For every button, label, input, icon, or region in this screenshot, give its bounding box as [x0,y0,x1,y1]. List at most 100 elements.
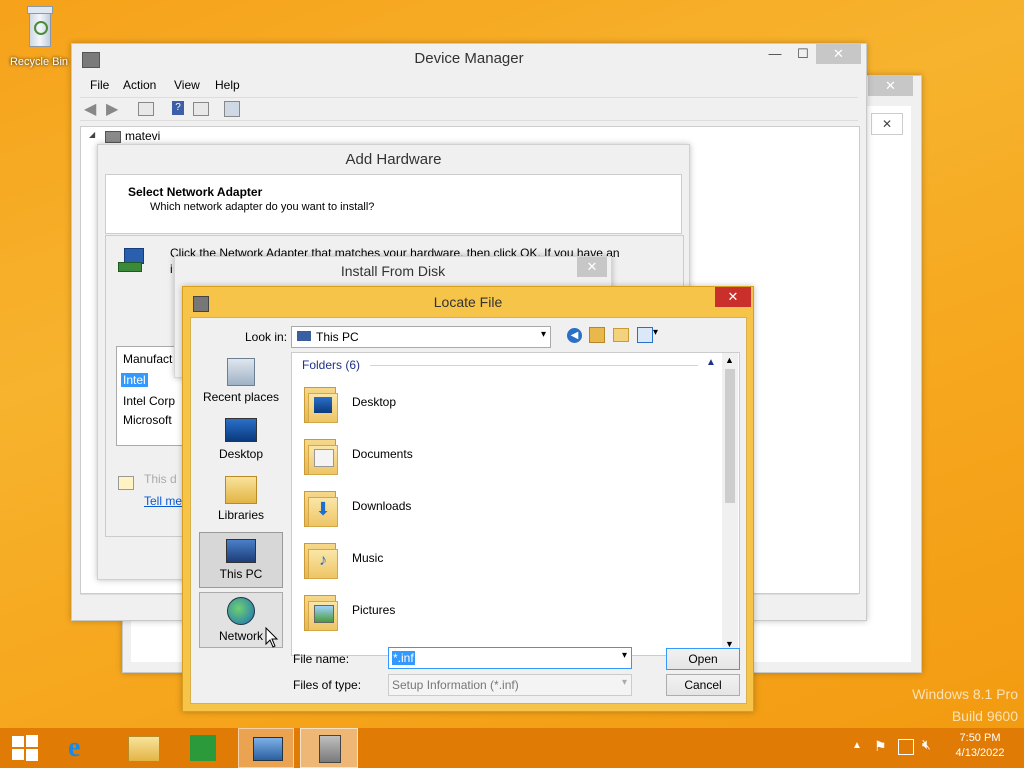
back-icon[interactable]: ◀ [84,99,96,119]
scroll-thumb[interactable] [725,369,735,503]
place-libraries[interactable]: Libraries [199,472,283,528]
background-close-button[interactable]: ✕ [868,76,913,96]
adapter-instruction-cut: i [170,262,173,276]
network-status-icon[interactable] [898,739,914,755]
clock-time: 7:50 PM [959,732,1001,744]
places-bar: Recent places Desktop Libraries This PC … [197,352,285,654]
driver-note: This d [144,472,177,486]
device-manager-titlebar: Device Manager — ☐ ✕ [72,44,866,74]
place-desktop[interactable]: Desktop [199,412,283,468]
action-center-flag-icon[interactable]: ⚑ [874,738,887,755]
menu-file[interactable]: File [90,78,109,92]
scan-icon[interactable] [224,101,240,117]
start-button[interactable] [0,728,54,768]
network-icon [227,597,255,625]
menu-action[interactable]: Action [123,78,156,92]
folder-item-music[interactable]: ♪ Music [300,535,700,583]
folders-group-header[interactable]: Folders (6) [302,358,360,372]
locate-file-close-button[interactable]: ✕ [715,287,751,307]
up-folder-icon[interactable] [589,327,605,343]
add-hardware-title: Add Hardware [345,151,442,168]
recycle-bin-shortcut[interactable]: Recycle Bin [6,6,72,76]
help-icon[interactable]: ? [172,101,184,115]
file-name-label: File name: [293,652,350,666]
select-adapter-heading: Select Network Adapter [128,185,263,199]
tree-root-label[interactable]: matevi [125,129,160,143]
tell-me-link[interactable]: Tell me [144,494,182,508]
maximize-button[interactable]: ☐ [788,44,818,64]
recent-places-icon [227,358,255,386]
device-manager-taskbar-icon [253,737,283,761]
downloads-folder-icon: ⬇ [302,487,338,527]
new-folder-icon[interactable] [613,328,629,342]
menu-view[interactable]: View [174,78,200,92]
menu-help[interactable]: Help [215,78,240,92]
view-icon[interactable] [193,102,209,116]
folder-name-documents: Documents [352,447,413,461]
file-explorer-button[interactable] [116,728,170,768]
place-this-pc[interactable]: This PC [199,532,283,588]
file-type-label: Files of type: [293,678,362,692]
manufacturer-item-intel-corp[interactable]: Intel Corp [123,394,175,408]
toolbar: ◀ ▶ ? [80,97,858,121]
folder-name-downloads: Downloads [352,499,412,513]
file-type-chevron-icon: ▾ [621,677,627,688]
file-name-input[interactable]: *.inf ▾ [388,647,632,669]
store-button[interactable] [176,728,230,768]
volume-muted-icon[interactable]: 🔇︎ [922,736,931,753]
group-divider [370,365,698,366]
locate-file-title: Locate File [433,294,503,310]
device-manager-taskbar-button[interactable] [238,728,294,768]
forward-icon[interactable]: ▶ [106,99,118,119]
add-hardware-header-panel: Select Network Adapter Which network ada… [105,174,682,234]
network-adapter-icon [118,246,146,274]
scroll-up-icon[interactable]: ▲ [725,355,734,365]
libraries-icon [225,476,257,504]
internet-explorer-icon: e [68,732,81,763]
expand-icon[interactable]: ◢ [89,130,95,139]
background-inner-close[interactable]: ✕ [871,113,903,135]
file-name-chevron-icon[interactable]: ▾ [622,650,627,661]
vertical-scrollbar[interactable]: ▲ ▼ [722,353,738,653]
folder-item-desktop[interactable]: Desktop [300,379,700,427]
minimize-button[interactable]: — [760,44,790,64]
certificate-icon [118,476,134,490]
look-in-label: Look in: [245,330,288,344]
folder-name-desktop: Desktop [352,395,397,409]
file-type-dropdown[interactable]: Setup Information (*.inf) ▾ [388,674,632,696]
view-menu-chevron-icon[interactable]: ▾ [653,327,658,338]
pointer-icon [265,627,279,648]
collapse-icon[interactable]: ▲ [706,357,716,368]
close-icon: ✕ [586,259,598,274]
manufacturer-item-intel[interactable]: Intel [121,373,148,387]
folder-item-downloads[interactable]: ⬇ Downloads [300,483,700,531]
open-button[interactable]: Open [666,648,740,670]
close-icon: ✕ [885,78,896,93]
pictures-folder-icon [302,591,338,631]
cancel-button-label: Cancel [684,678,722,692]
clock[interactable]: 7:50 PM 4/13/2022 [944,732,1016,759]
desktop-folder-icon [302,383,338,423]
properties-icon[interactable] [138,102,154,116]
folder-item-pictures[interactable]: Pictures [300,587,700,635]
install-from-disk-close-button[interactable]: ✕ [577,257,607,277]
cancel-button[interactable]: Cancel [666,674,740,696]
documents-folder-icon [302,435,338,475]
recycle-bin-icon [25,6,53,47]
go-back-icon[interactable]: ◀ [567,328,582,343]
view-menu-icon[interactable] [637,327,653,343]
show-hidden-icons-icon[interactable]: ▲ [852,740,862,751]
look-in-dropdown[interactable]: This PC ▾ [291,326,551,348]
file-list: Folders (6) ▲ Desktop Documents ⬇ Downlo… [291,352,740,656]
device-manager-close-button[interactable]: ✕ [816,44,861,64]
install-from-disk-title: Install From Disk [340,263,446,279]
file-explorer-icon [128,736,160,762]
add-hardware-taskbar-button[interactable] [300,728,358,768]
store-icon [190,735,216,761]
place-recent[interactable]: Recent places [199,354,283,410]
manufacturer-item-microsoft[interactable]: Microsoft [123,413,172,427]
taskbar: e ▲ ⚑ 🔇︎ 7:50 PM 4/13/2022 [0,728,1024,768]
internet-explorer-button[interactable]: e [56,728,110,768]
folder-item-documents[interactable]: Documents [300,431,700,479]
file-type-value: Setup Information (*.inf) [392,678,519,692]
